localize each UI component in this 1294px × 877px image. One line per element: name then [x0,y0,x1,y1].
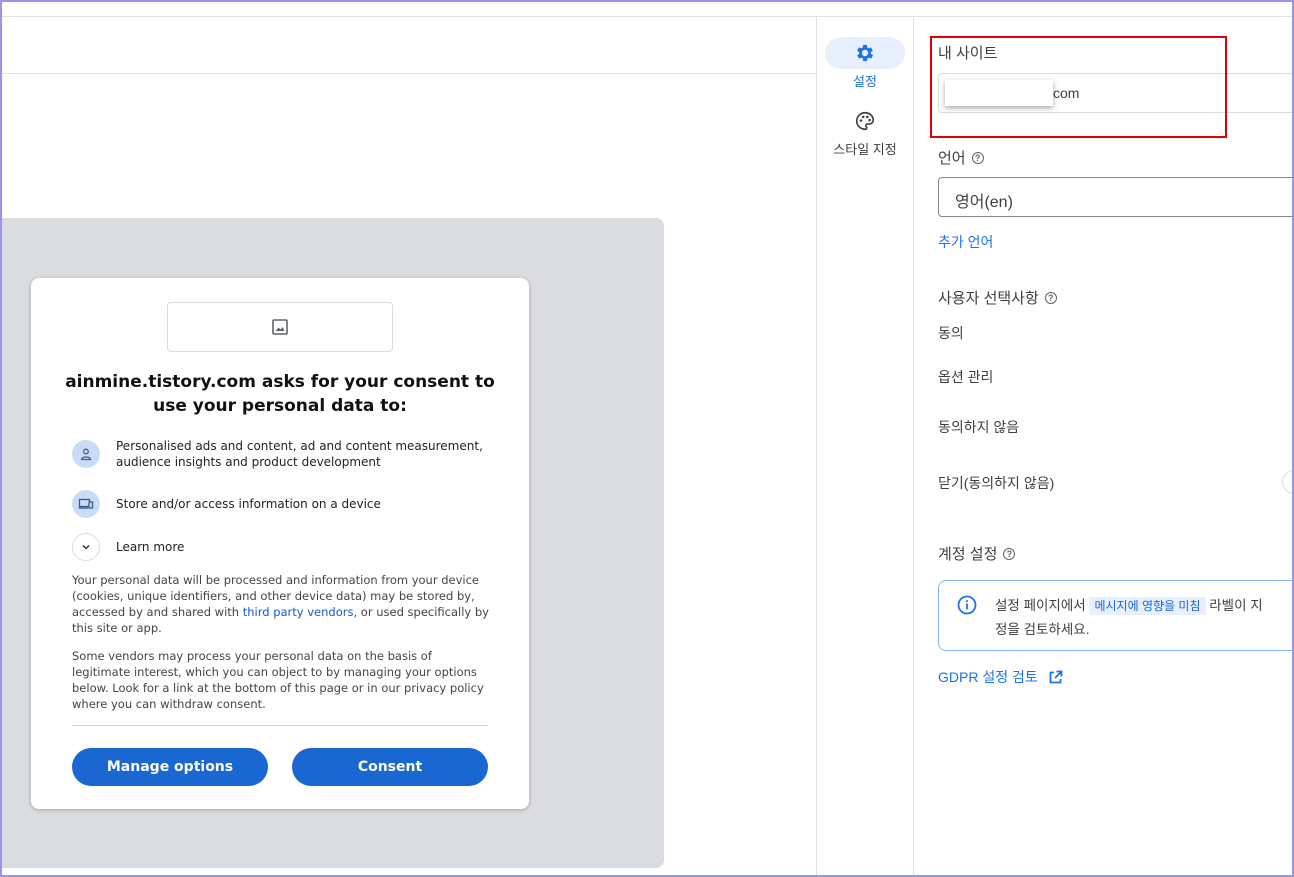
purpose-item-storage: Store and/or access information on a dev… [72,490,492,518]
account-settings-label-text: 계정 설정 [938,546,998,563]
rail-label[interactable]: 스타일 지정 [833,139,896,158]
add-language-link[interactable]: 추가 언어 [938,232,993,252]
choice-consent[interactable]: 동의 [938,323,964,343]
consent-dialog: ainmine.tistory.com asks for your consen… [31,278,529,809]
info-text: 설정 페이지에서 [995,598,1086,613]
chevron-down-icon[interactable] [72,533,100,561]
choice-close-do-not-consent[interactable]: 닫기(동의하지 않음) [938,473,1054,493]
help-icon[interactable]: ? [971,151,984,164]
language-value: 영어(en) [955,194,1013,211]
info-icon [957,595,977,615]
manage-options-button[interactable]: Manage options [72,748,268,786]
account-settings-label: 계정 설정 ? [938,543,1016,564]
dialog-divider [72,725,488,726]
external-link-icon[interactable] [1048,670,1063,685]
help-icon[interactable]: ? [1003,547,1016,560]
info-text-line1: 설정 페이지에서 메시지에 영향을 미침 라벨이 지 [995,594,1263,615]
rail-pill[interactable] [825,105,905,137]
person-icon [72,440,100,468]
info-text: 라벨이 지 [1209,598,1263,613]
choice-manage-options[interactable]: 옵션 관리 [938,367,993,387]
consent-paragraph-1: Your personal data will be processed and… [72,572,490,636]
affects-message-chip: 메시지에 영향을 미침 [1089,597,1206,615]
rail-divider-left [816,17,817,875]
site-logo-placeholder [167,302,393,352]
settings-panel: 내 사이트 com 언어 ? 영어(en) 추가 언어 사용자 선택사항 ? 동… [914,17,1292,875]
toggle-switch[interactable] [1282,470,1292,494]
consent-paragraph-2: Some vendors may process your personal d… [72,649,484,711]
choice-do-not-consent[interactable]: 동의하지 않음 [938,417,1019,437]
devices-icon [72,490,100,518]
third-party-vendors-link[interactable]: third party vendors [243,605,354,619]
image-icon [272,319,288,335]
purpose-item-ads: Personalised ads and content, ad and con… [72,438,492,470]
rail-pill[interactable] [825,37,905,69]
consent-button[interactable]: Consent [292,748,488,786]
toolbar-divider [2,73,816,74]
help-icon[interactable]: ? [1044,291,1057,304]
gdpr-review-link[interactable]: GDPR 설정 검토 [938,667,1063,687]
gear-icon [857,44,873,62]
language-select[interactable]: 영어(en) [938,177,1292,217]
info-text-line2: 정을 검토하세요. [995,622,1090,637]
redaction-mask [945,80,1053,106]
consent-title: ainmine.tistory.com asks for your consen… [65,372,495,416]
purpose-text: Store and/or access information on a dev… [116,497,381,511]
language-label-text: 언어 [938,150,966,167]
rail-label[interactable]: 설정 [853,71,877,90]
language-label: 언어 ? [938,147,984,168]
learn-more-toggle[interactable]: Learn more [72,533,492,561]
rail-item-settings[interactable]: 설정 [820,37,910,90]
user-choices-label: 사용자 선택사항 ? [938,287,1057,308]
user-choices-label-text: 사용자 선택사항 [938,290,1039,307]
palette-icon [856,111,875,131]
purpose-text: Personalised ads and content, ad and con… [116,439,483,469]
gdpr-review-label[interactable]: GDPR 설정 검토 [938,667,1038,687]
learn-more-label[interactable]: Learn more [116,539,184,555]
info-banner: 설정 페이지에서 메시지에 영향을 미침 라벨이 지 정을 검토하세요. [938,580,1292,651]
rail-item-style[interactable]: 스타일 지정 [820,105,910,158]
